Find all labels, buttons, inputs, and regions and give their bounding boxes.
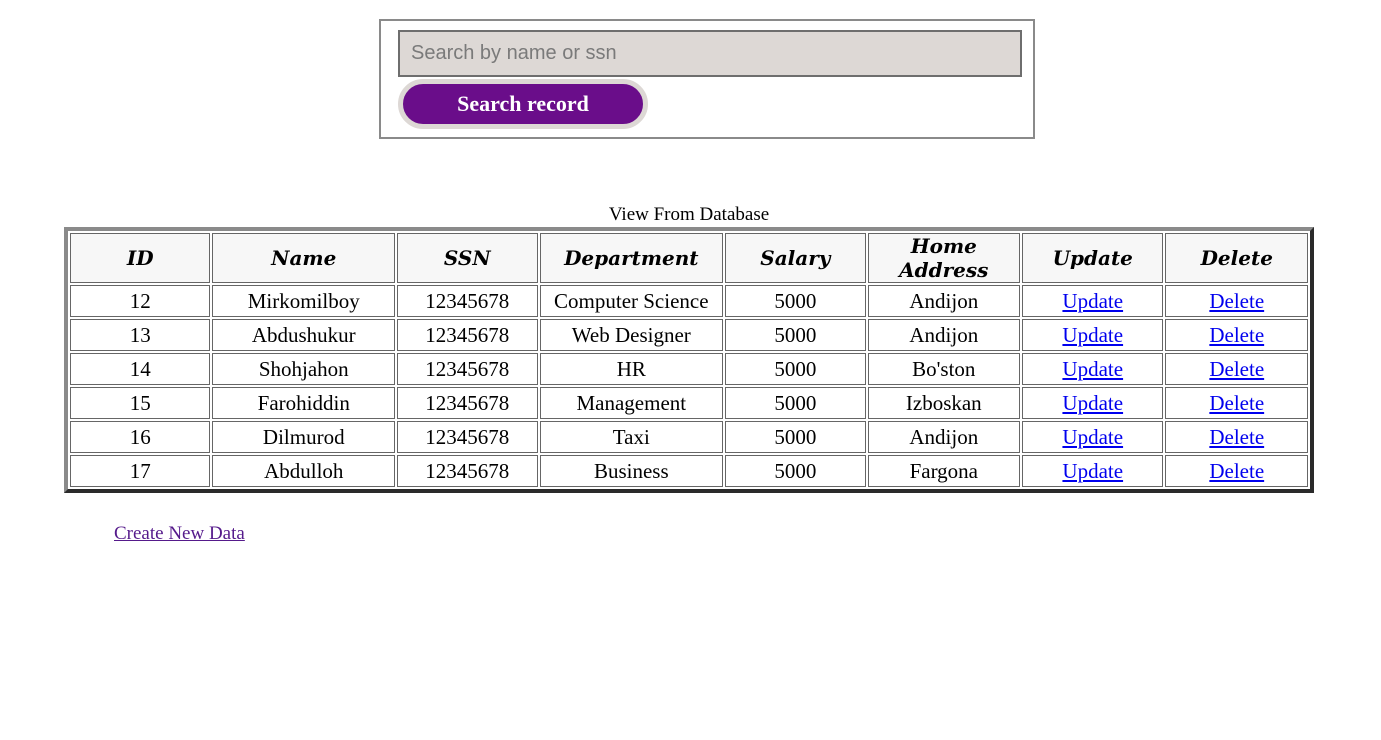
cell-salary: 5000 — [725, 455, 866, 487]
cell-id: 13 — [70, 319, 211, 351]
cell-id: 14 — [70, 353, 211, 385]
cell-address: Bo'ston — [867, 353, 1021, 385]
header-salary: Salary — [725, 233, 866, 283]
cell-ssn: 12345678 — [397, 387, 538, 419]
update-link[interactable]: Update — [1062, 459, 1123, 483]
records-table: ID Name SSN Department Salary Home Addre… — [64, 227, 1314, 493]
header-update: Update — [1022, 233, 1164, 283]
cell-update: Update — [1022, 421, 1164, 453]
header-home-address: Home Address — [867, 233, 1021, 283]
cell-department: Web Designer — [539, 319, 724, 351]
cell-salary: 5000 — [725, 387, 866, 419]
cell-delete: Delete — [1165, 353, 1308, 385]
delete-link[interactable]: Delete — [1209, 391, 1264, 415]
header-delete: Delete — [1165, 233, 1308, 283]
header-id: ID — [70, 233, 211, 283]
update-link[interactable]: Update — [1062, 323, 1123, 347]
cell-department: HR — [539, 353, 724, 385]
cell-name: Abdulloh — [212, 455, 396, 487]
table-row: 16 Dilmurod 12345678 Taxi 5000 Andijon U… — [70, 421, 1308, 453]
cell-salary: 5000 — [725, 285, 866, 317]
table-row: 17 Abdulloh 12345678 Business 5000 Fargo… — [70, 455, 1308, 487]
cell-address: Andijon — [867, 285, 1021, 317]
cell-department: Management — [539, 387, 724, 419]
cell-address: Andijon — [867, 421, 1021, 453]
table-row: 15 Farohiddin 12345678 Management 5000 I… — [70, 387, 1308, 419]
update-link[interactable]: Update — [1062, 425, 1123, 449]
cell-address: Izboskan — [867, 387, 1021, 419]
update-link[interactable]: Update — [1062, 289, 1123, 313]
delete-link[interactable]: Delete — [1209, 459, 1264, 483]
cell-ssn: 12345678 — [397, 319, 538, 351]
cell-ssn: 12345678 — [397, 421, 538, 453]
delete-link[interactable]: Delete — [1209, 425, 1264, 449]
cell-delete: Delete — [1165, 319, 1308, 351]
cell-delete: Delete — [1165, 455, 1308, 487]
cell-update: Update — [1022, 285, 1164, 317]
cell-id: 17 — [70, 455, 211, 487]
delete-link[interactable]: Delete — [1209, 323, 1264, 347]
cell-id: 15 — [70, 387, 211, 419]
cell-ssn: 12345678 — [397, 455, 538, 487]
cell-salary: 5000 — [725, 421, 866, 453]
cell-update: Update — [1022, 319, 1164, 351]
records-table-container: View From Database ID Name SSN Departmen… — [64, 203, 1314, 493]
search-record-button[interactable]: Search record — [398, 79, 648, 129]
table-caption: View From Database — [608, 204, 770, 225]
cell-id: 12 — [70, 285, 211, 317]
create-new-data-link[interactable]: Create New Data — [114, 523, 245, 545]
cell-salary: 5000 — [725, 319, 866, 351]
cell-name: Mirkomilboy — [212, 285, 396, 317]
cell-name: Farohiddin — [212, 387, 396, 419]
table-row: 12 Mirkomilboy 12345678 Computer Science… — [70, 285, 1308, 317]
cell-update: Update — [1022, 387, 1164, 419]
cell-delete: Delete — [1165, 421, 1308, 453]
header-department: Department — [539, 233, 724, 283]
cell-salary: 5000 — [725, 353, 866, 385]
update-link[interactable]: Update — [1062, 391, 1123, 415]
cell-delete: Delete — [1165, 285, 1308, 317]
cell-update: Update — [1022, 353, 1164, 385]
delete-link[interactable]: Delete — [1209, 357, 1264, 381]
cell-id: 16 — [70, 421, 211, 453]
update-link[interactable]: Update — [1062, 357, 1123, 381]
delete-link[interactable]: Delete — [1209, 289, 1264, 313]
header-ssn: SSN — [397, 233, 538, 283]
cell-department: Business — [539, 455, 724, 487]
cell-name: Dilmurod — [212, 421, 396, 453]
search-form: Search record — [379, 19, 1035, 139]
cell-name: Abdushukur — [212, 319, 396, 351]
cell-delete: Delete — [1165, 387, 1308, 419]
cell-department: Computer Science — [539, 285, 724, 317]
cell-address: Fargona — [867, 455, 1021, 487]
cell-name: Shohjahon — [212, 353, 396, 385]
table-header-row: ID Name SSN Department Salary Home Addre… — [70, 233, 1308, 283]
cell-address: Andijon — [867, 319, 1021, 351]
table-row: 14 Shohjahon 12345678 HR 5000 Bo'ston Up… — [70, 353, 1308, 385]
cell-update: Update — [1022, 455, 1164, 487]
cell-ssn: 12345678 — [397, 353, 538, 385]
header-name: Name — [212, 233, 396, 283]
cell-ssn: 12345678 — [397, 285, 538, 317]
cell-department: Taxi — [539, 421, 724, 453]
search-input[interactable] — [398, 30, 1022, 77]
table-row: 13 Abdushukur 12345678 Web Designer 5000… — [70, 319, 1308, 351]
